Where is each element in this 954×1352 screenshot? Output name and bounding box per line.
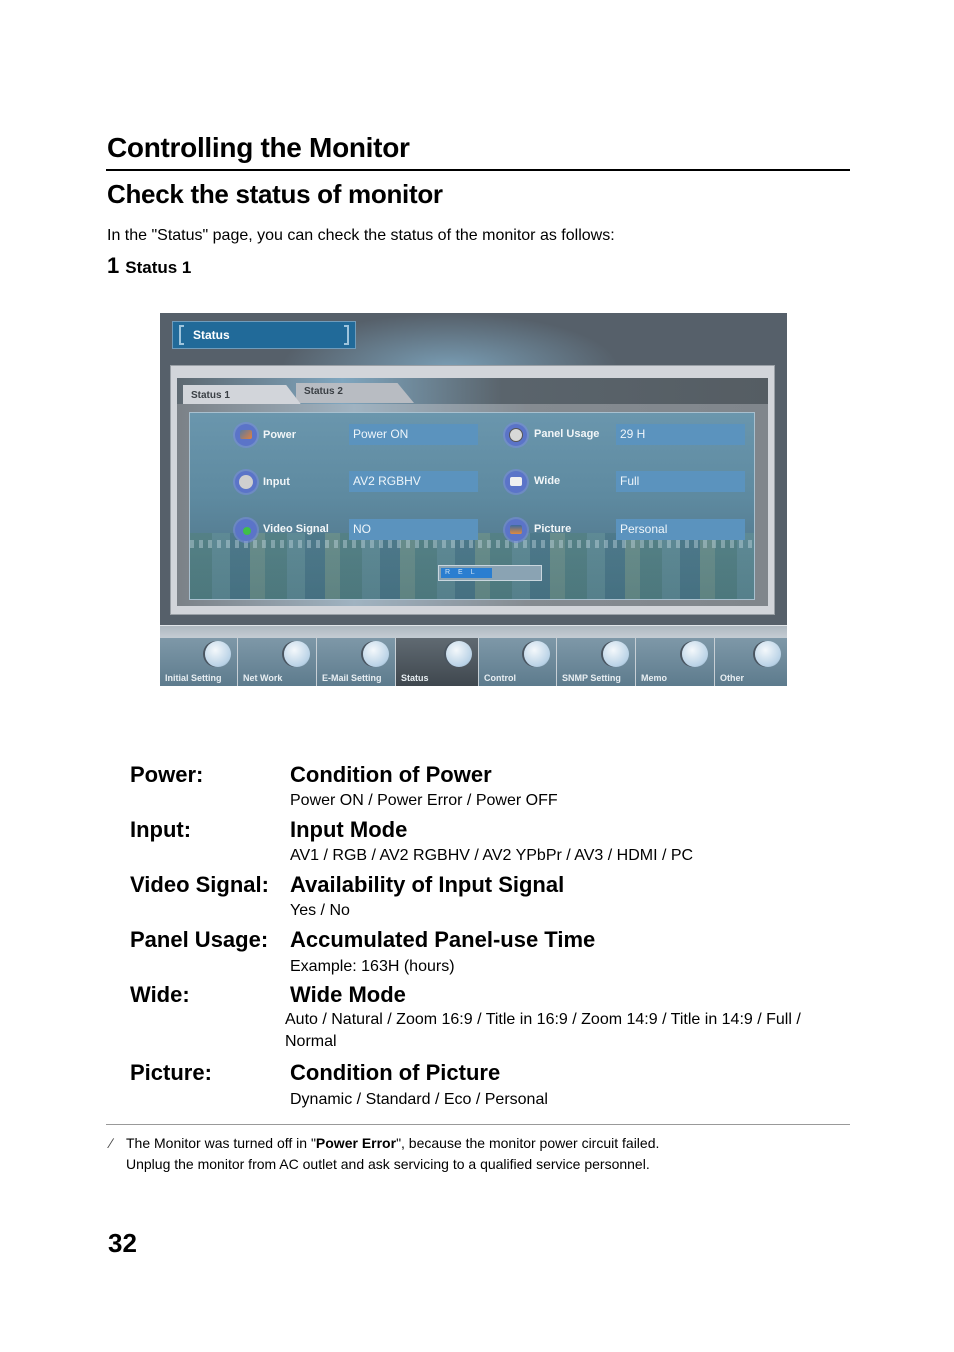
other-icon: [755, 641, 781, 667]
nav-memo-label: Memo: [641, 673, 668, 683]
bracket-right: [344, 325, 349, 345]
power-icon: [235, 424, 257, 446]
nav-email-setting[interactable]: E-Mail Setting: [317, 638, 396, 686]
nav-initial-setting-label: Initial Setting: [165, 673, 222, 683]
status-icon: [446, 641, 472, 667]
definition-desc: Auto / Natural / Zoom 16:9 / Title in 16…: [285, 1011, 801, 1050]
nav-email-setting-label: E-Mail Setting: [322, 673, 382, 683]
definition-title: Input Mode: [290, 817, 408, 842]
status-panel: Power Power ON Input AV2 RGBHV Video Sig…: [189, 412, 755, 600]
section-title: Controlling the Monitor: [107, 132, 410, 163]
step-label: Status 1: [125, 258, 192, 277]
input-label: Input: [263, 476, 290, 488]
status-page-title: Status: [172, 321, 356, 349]
definition-term: Input:: [130, 817, 192, 842]
definition-title: Condition of Power: [290, 762, 492, 787]
input-value: AV2 RGBHV: [349, 471, 478, 492]
note-text-post: ", because the monitor power circuit fai…: [396, 1135, 660, 1151]
nav-initial-setting[interactable]: Initial Setting: [160, 638, 238, 686]
nav-other[interactable]: Other: [715, 638, 787, 686]
step-number: 1: [107, 253, 120, 278]
status-page-title-text: Status: [193, 328, 230, 342]
nav-network-label: Net Work: [243, 673, 283, 683]
power-value: Power ON: [349, 424, 478, 445]
definition-term: Panel Usage:: [130, 927, 269, 952]
tab-bar: Status 2 Status 1: [177, 378, 768, 407]
picture-label: Picture: [534, 523, 572, 535]
nav-other-label: Other: [720, 673, 745, 683]
definition-desc: Yes / No: [290, 902, 350, 919]
video-signal-label: Video Signal: [263, 523, 329, 535]
definition-desc: Power ON / Power Error / Power OFF: [290, 792, 558, 809]
subsection-title: Check the status of monitor: [107, 179, 443, 209]
clock-icon: [505, 424, 527, 446]
definition-term: Wide:: [130, 982, 190, 1007]
video-signal-icon: [235, 519, 257, 541]
panel-usage-value: 29 H: [616, 424, 745, 445]
definition-title: Wide Mode: [290, 982, 406, 1007]
nav-bar-strip: [160, 625, 787, 639]
picture-value: Personal: [616, 519, 745, 540]
video-signal-value: NO: [349, 519, 478, 540]
pencil-icon: ∕: [110, 1135, 113, 1151]
note-text-bold: Power Error: [315, 1135, 397, 1151]
nav-status-label: Status: [401, 673, 429, 683]
definition-desc: AV1 / RGB / AV2 RGBHV / AV2 YPbPr / AV3 …: [290, 847, 694, 864]
pen-icon: [205, 641, 231, 667]
decorative-dots: [190, 540, 754, 548]
definition-title: Accumulated Panel-use Time: [290, 927, 596, 952]
intro-text: In the "Status" page, you can check the …: [107, 227, 615, 244]
definition-term: Video Signal:: [130, 872, 269, 897]
memo-icon: [682, 641, 708, 667]
status-panel-outer: Power Power ON Input AV2 RGBHV Video Sig…: [177, 404, 768, 606]
nav-control[interactable]: Control: [479, 638, 557, 686]
picture-icon: [505, 519, 527, 541]
step-heading: 1 Status 1: [107, 253, 191, 279]
mail-icon: [363, 641, 389, 667]
status-frame: Status 2 Status 1 Power Power ON Input A…: [170, 365, 775, 615]
nav-memo[interactable]: Memo: [636, 638, 715, 686]
definition-desc: Example: 163H (hours): [290, 958, 455, 975]
note: ∕ The Monitor was turned off in "Power Er…: [110, 1133, 659, 1175]
input-icon: [235, 471, 257, 493]
status-screenshot: Status Status 2 Status 1 Power Power ON …: [160, 313, 787, 686]
power-label: Power: [263, 429, 297, 441]
nav-snmp-setting-label: SNMP Setting: [562, 673, 621, 683]
note-text-pre: The Monitor was turned off in ": [126, 1135, 316, 1151]
network-icon: [284, 641, 310, 667]
nav-network[interactable]: Net Work: [238, 638, 317, 686]
nav-control-label: Control: [484, 673, 516, 683]
definition-desc: Dynamic / Standard / Eco / Personal: [290, 1091, 548, 1108]
nav-status[interactable]: Status: [396, 638, 479, 686]
definition-title: Availability of Input Signal: [290, 872, 565, 897]
bracket-left: [179, 325, 184, 345]
wide-value: Full: [616, 471, 745, 492]
panel-usage-label: Panel Usage: [534, 428, 600, 440]
note-text-line2: Unplug the monitor from AC outlet and as…: [126, 1156, 650, 1172]
title-divider: [106, 169, 850, 171]
wide-label: Wide: [534, 475, 561, 487]
snmp-icon: [603, 641, 629, 667]
definition-title: Condition of Picture: [290, 1060, 501, 1085]
wide-icon: [505, 471, 527, 493]
definition-term: Picture:: [130, 1060, 212, 1085]
note-divider: [106, 1124, 850, 1125]
refresh-progress: REL: [441, 568, 492, 578]
definition-term: Power:: [130, 762, 204, 787]
page-number: 32: [108, 1228, 137, 1258]
nav-snmp-setting[interactable]: SNMP Setting: [557, 638, 636, 686]
tab-status-2[interactable]: Status 2: [296, 383, 414, 403]
refresh-button[interactable]: REL: [438, 565, 542, 581]
control-icon: [524, 641, 550, 667]
